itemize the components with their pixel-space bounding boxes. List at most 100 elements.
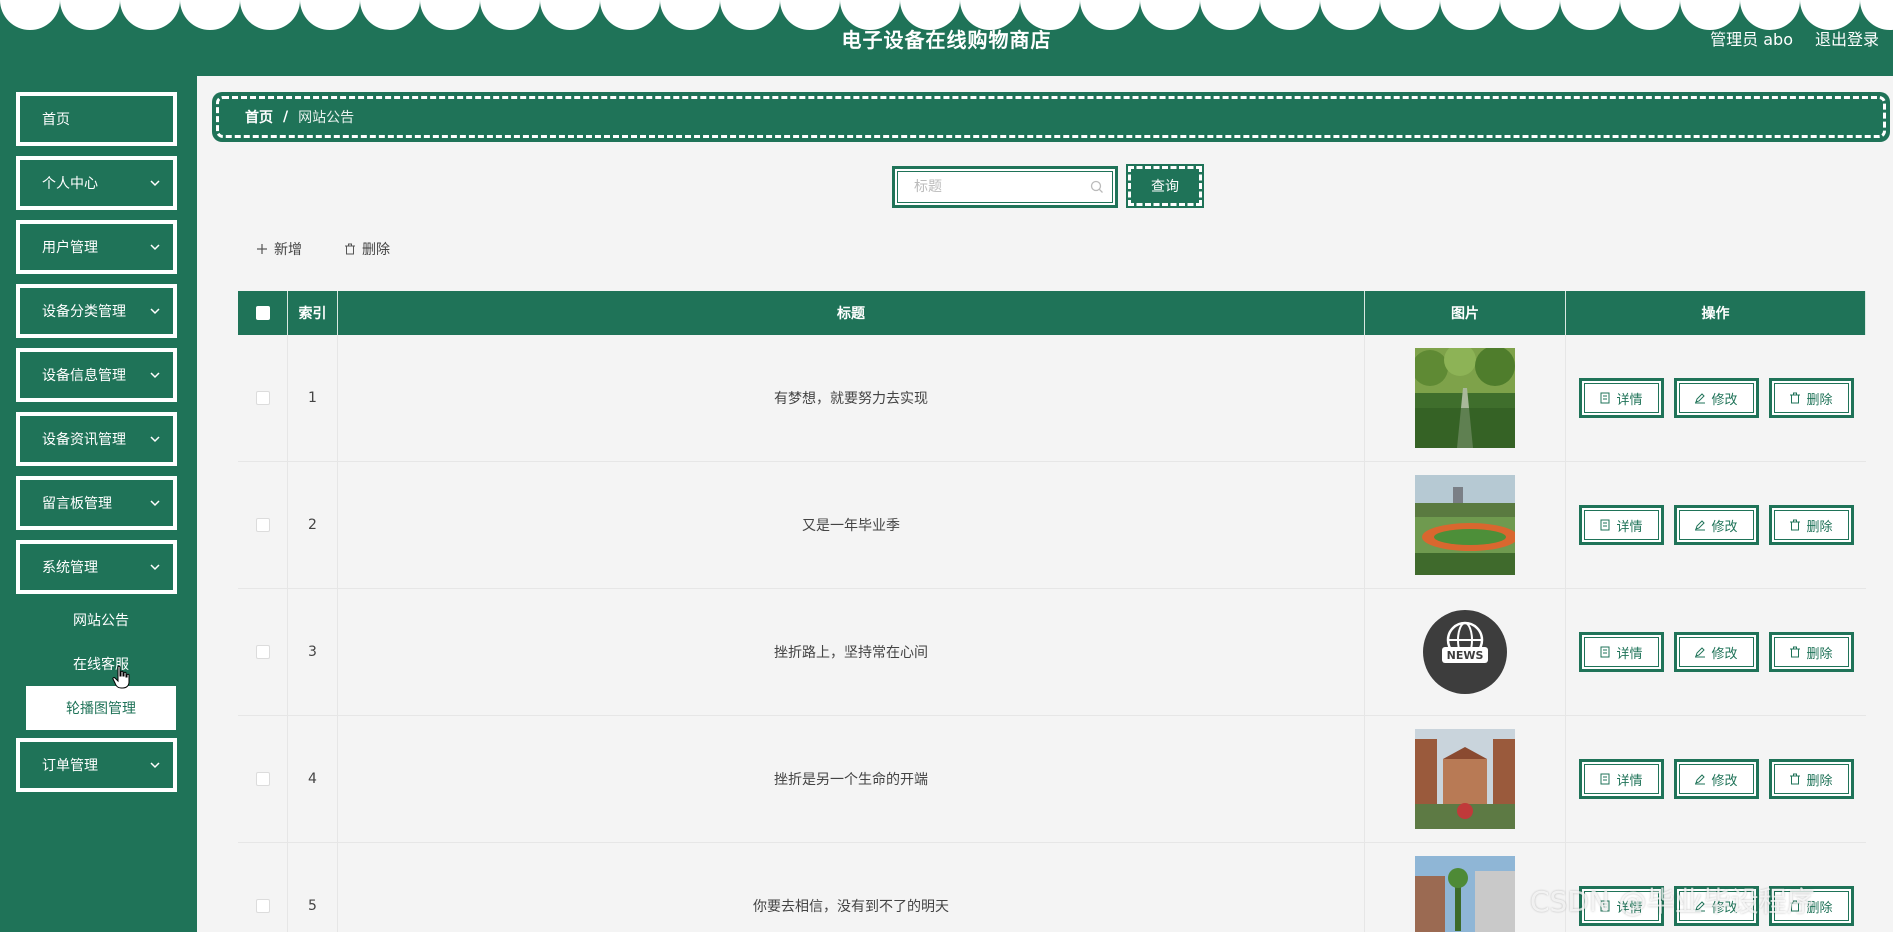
sidebar-item-home[interactable]: 首页 [15,91,178,147]
plus-icon [257,244,267,254]
sidebar-item-device-news[interactable]: 设备资讯管理 [15,411,178,467]
sidebar-item-device-info[interactable]: 设备信息管理 [15,347,178,403]
delete-button[interactable]: 删除 [1768,759,1854,799]
document-icon [1600,392,1610,404]
chevron-down-icon [150,762,160,769]
row-index: 5 [288,843,338,932]
row-index: 3 [288,589,338,715]
query-button[interactable]: 查询 [1126,164,1204,208]
sidebar-item-user-management[interactable]: 用户管理 [15,219,178,275]
pencil-icon [1695,647,1706,658]
trash-icon [1790,392,1801,404]
row-checkbox[interactable] [255,772,270,786]
detail-label: 详情 [1616,646,1643,662]
campus-building-thumbnail [1415,729,1515,829]
breadcrumb-separator: / [283,109,289,125]
edit-button[interactable]: 修改 [1673,505,1759,545]
news-icon-text: NEWS [1447,649,1484,662]
table-row: 4 挫折是另一个生命的开端 详情 修改 删除 [238,716,1866,843]
pencil-icon [1695,774,1706,785]
row-checkbox[interactable] [255,899,270,913]
sidebar-item-label: 个人中心 [42,176,98,192]
sidebar-item-personal-center[interactable]: 个人中心 [15,155,178,211]
row-checkbox[interactable] [255,391,270,405]
sidebar-item-system-management[interactable]: 系统管理 [15,539,178,595]
header-image: 图片 [1365,291,1566,335]
detail-label: 详情 [1616,773,1643,789]
table-row: 3 挫折路上，坚持常在心间 NEWS 详情 修改 删除 [238,589,1866,716]
row-title: 又是一年毕业季 [338,462,1365,588]
park-trees-thumbnail [1415,348,1515,448]
chevron-down-icon [150,436,160,443]
delete-button[interactable]: 删除 [1768,505,1854,545]
submenu-item-site-notice[interactable]: 网站公告 [26,598,176,642]
document-icon [1600,519,1610,531]
edit-label: 修改 [1711,773,1738,789]
table-row: 2 又是一年毕业季 详情 修改 删除 [238,462,1866,589]
edit-button[interactable]: 修改 [1673,378,1759,418]
delete-button[interactable]: 删除 [1768,632,1854,672]
edit-label: 修改 [1711,519,1738,535]
row-checkbox[interactable] [255,518,270,532]
chevron-down-icon [150,500,160,507]
chevron-down-icon [150,372,160,379]
row-index: 1 [288,335,338,461]
delete-label: 删除 [1806,519,1833,535]
detail-button[interactable]: 详情 [1578,759,1664,799]
breadcrumb-current: 网站公告 [298,110,355,126]
breadcrumb: 首页 / 网站公告 [212,92,1890,142]
delete-label: 删除 [1806,773,1833,789]
chevron-down-icon [150,564,160,571]
trash-icon [1790,773,1801,785]
detail-label: 详情 [1616,519,1643,535]
logout-link[interactable]: 退出登录 [1815,26,1879,50]
submenu-item-carousel[interactable]: 轮播图管理 [26,686,176,730]
chevron-down-icon [150,244,160,251]
table-row: 1 有梦想，就要努力去实现 详情 修改 删除 [238,335,1866,462]
chevron-down-icon [150,180,160,187]
detail-button[interactable]: 详情 [1578,632,1664,672]
document-icon [1600,646,1610,658]
breadcrumb-home[interactable]: 首页 [245,107,273,127]
batch-delete-button[interactable]: 删除 [344,238,390,260]
trash-icon [345,243,355,255]
edit-button[interactable]: 修改 [1673,759,1759,799]
delete-label: 删除 [1806,646,1833,662]
trash-icon [1790,646,1801,658]
row-title: 挫折路上，坚持常在心间 [338,589,1365,715]
edit-label: 修改 [1711,646,1738,662]
add-button[interactable]: 新增 [256,238,302,260]
sidebar-item-order-management[interactable]: 订单管理 [15,737,178,793]
row-title: 你要去相信，没有到不了的明天 [338,843,1365,932]
row-checkbox[interactable] [255,645,270,659]
news-globe-icon: NEWS [1423,610,1507,694]
detail-button[interactable]: 详情 [1578,378,1664,418]
sidebar: 首页 个人中心 用户管理 设备分类管理 设备信息管理 设备资讯管理 留言板管理 … [0,76,197,932]
campus-track-thumbnail [1415,475,1515,575]
select-all-checkbox[interactable] [255,306,270,320]
user-label: 管理员 abo [1710,30,1793,49]
app-title: 电子设备在线购物商店 [841,28,1052,52]
detail-label: 详情 [1616,392,1643,408]
top-header: 电子设备在线购物商店 管理员 abo 退出登录 [0,0,1893,76]
header-index: 索引 [288,291,338,335]
sidebar-item-device-category[interactable]: 设备分类管理 [15,283,178,339]
sidebar-item-label: 系统管理 [42,560,98,576]
search-input[interactable] [914,179,1090,195]
sidebar-item-message-board[interactable]: 留言板管理 [15,475,178,531]
detail-button[interactable]: 详情 [1578,505,1664,545]
submenu-item-online-service[interactable]: 在线客服 [26,642,176,686]
row-index: 2 [288,462,338,588]
search-box [892,166,1118,208]
sidebar-item-label: 设备资讯管理 [42,432,126,448]
delete-button-label: 删除 [362,242,390,258]
sidebar-item-label: 订单管理 [42,758,98,774]
document-icon [1600,773,1610,785]
header-actions: 操作 [1566,291,1866,335]
search-icon [1090,180,1103,193]
sidebar-item-label: 用户管理 [42,240,98,256]
edit-button[interactable]: 修改 [1673,632,1759,672]
hand-cursor-icon [112,665,130,689]
delete-button[interactable]: 删除 [1768,378,1854,418]
pencil-icon [1695,520,1706,531]
